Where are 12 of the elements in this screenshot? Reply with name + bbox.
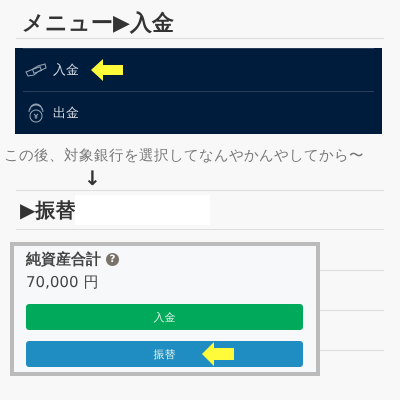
action-button[interactable]: 入金 — [26, 304, 303, 330]
hand-card-icon — [25, 63, 47, 77]
down-arrow: ↓ — [84, 166, 102, 190]
action-button[interactable]: 振替 — [26, 341, 303, 367]
help-icon[interactable]: ? — [106, 253, 119, 266]
section-title: ▶振替 — [20, 196, 76, 224]
menu-item[interactable]: 入金 — [53, 61, 79, 79]
amount-text: 70,000 円 — [26, 273, 100, 292]
card-label: 純資産合計 — [26, 250, 101, 269]
caption-text: この後、対象銀行を選択してなんやかんやしてから〜 — [4, 146, 365, 166]
menu-item[interactable]: 出金 — [53, 104, 79, 122]
page-title: メニュー▶入金 — [22, 10, 175, 38]
